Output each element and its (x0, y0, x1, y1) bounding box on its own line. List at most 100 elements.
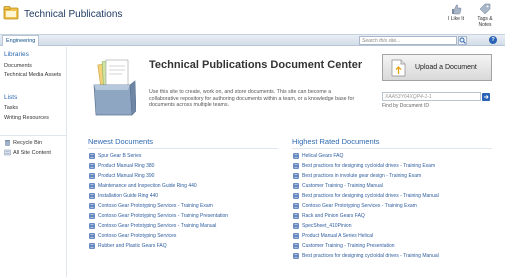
highest-rated-title: Highest Rated Documents (292, 137, 380, 146)
upload-document-icon (391, 59, 406, 77)
word-document-icon (89, 213, 95, 219)
site-logo-icon[interactable] (3, 5, 19, 21)
search-input[interactable]: Search this site... (359, 36, 457, 45)
site-content-icon (4, 149, 11, 156)
main-content: Technical Publications Document Center U… (68, 47, 505, 277)
document-link[interactable]: Product Manual A Series Helical (292, 231, 492, 241)
document-link[interactable]: Product Manual Ring 390 (88, 171, 278, 181)
document-link[interactable]: Installation Guide Ring 440 (88, 191, 278, 201)
recycle-bin-label: Recycle Bin (13, 139, 43, 146)
document-link[interactable]: Spur Gear B Series (88, 151, 278, 161)
upload-document-label: Upload a Document (415, 64, 477, 71)
nav-item-all-site-content[interactable]: All Site Content (4, 149, 51, 156)
page-description: Use this site to create, work on, and st… (149, 89, 355, 108)
nav-divider (0, 135, 67, 136)
document-link[interactable]: Customer Training - Training Manual (292, 181, 492, 191)
document-link-label: Rack and Pinion Gears FAQ (302, 213, 365, 219)
word-document-icon (293, 153, 299, 159)
nav-item-recycle-bin[interactable]: Recycle Bin (4, 139, 42, 146)
nav-heading-lists[interactable]: Lists (4, 94, 17, 101)
help-icon[interactable]: ? (489, 36, 497, 44)
document-link[interactable]: Best practices for designing cycloidal d… (292, 161, 492, 171)
document-link[interactable]: Contoso Gear Prototyping Services - Trai… (292, 201, 492, 211)
find-by-document-id-label: Find by Document ID (382, 103, 429, 109)
find-document-go-button[interactable] (482, 93, 490, 101)
document-link-label: Best practices for designing cycloidal d… (302, 163, 436, 169)
tag-icon (479, 3, 491, 15)
highest-rated-list: Helical Gears FAQ Best practices for desi… (292, 151, 492, 261)
all-site-content-label: All Site Content (13, 149, 51, 156)
word-document-icon (89, 163, 95, 169)
document-link-label: Product Manual Ring 390 (98, 173, 155, 179)
document-link-label: Contoso Gear Prototyping Services (98, 233, 177, 239)
document-link-label: Spur Gear B Series (98, 153, 142, 159)
word-document-icon (89, 183, 95, 189)
word-document-icon (293, 203, 299, 209)
search-button[interactable] (458, 36, 467, 45)
document-link-label: Helical Gears FAQ (302, 153, 344, 159)
highest-rated-divider (292, 148, 492, 149)
document-link-label: Product Manual A Series Helical (302, 233, 374, 239)
document-link[interactable]: Best practices for designing cycloidal d… (292, 191, 492, 201)
word-document-icon (89, 193, 95, 199)
document-link-label: Best practices in involute gear design -… (302, 173, 422, 179)
tags-and-notes-button[interactable]: Tags & Notes (472, 3, 498, 33)
word-document-icon (89, 223, 95, 229)
document-link-label: Installation Guide Ring 440 (98, 193, 159, 199)
document-id-input[interactable]: XAA53Y64XQP4-1-1 (382, 92, 481, 101)
search-icon (459, 37, 466, 44)
document-link-label: Best practices for designing cycloidal d… (302, 193, 439, 199)
word-document-icon (293, 253, 299, 259)
document-link[interactable]: Contoso Gear Prototyping Services - Trai… (88, 221, 278, 231)
recycle-bin-icon (5, 140, 10, 146)
word-document-icon (293, 163, 299, 169)
document-link-label: Contoso Gear Prototyping Services - Trai… (302, 203, 417, 209)
document-link[interactable]: Best practices for designing cycloidal d… (292, 251, 492, 261)
nav-item-tasks[interactable]: Tasks (4, 105, 18, 111)
tags-and-notes-label: Tags & Notes (477, 16, 493, 28)
document-link-label: Customer Training - Training Presentatio… (302, 243, 395, 249)
word-document-icon (89, 203, 95, 209)
document-link-label: Contoso Gear Prototyping Services - Trai… (98, 223, 217, 229)
upload-document-button[interactable]: Upload a Document (382, 54, 492, 81)
nav-item-technical-media-assets[interactable]: Technical Media Assets (4, 72, 61, 78)
word-document-icon (293, 193, 299, 199)
word-document-icon (89, 233, 95, 239)
word-document-icon (293, 233, 299, 239)
document-link-label: Contoso Gear Prototyping Services - Trai… (98, 213, 229, 219)
word-document-icon (293, 183, 299, 189)
nav-item-documents[interactable]: Documents (4, 63, 32, 69)
newest-documents-list: Spur Gear B Series Product Manual Ring 38… (88, 151, 278, 251)
tab-engineering[interactable]: Engineering (2, 35, 40, 46)
document-link[interactable]: Helical Gears FAQ (292, 151, 492, 161)
newest-documents-title: Newest Documents (88, 137, 154, 146)
document-link[interactable]: Best practices in involute gear design -… (292, 171, 492, 181)
document-link[interactable]: Maintenance and Inspection Guide Ring 44… (88, 181, 278, 191)
i-like-it-button[interactable]: I Like It (443, 3, 469, 33)
document-link[interactable]: Rack and Pinion Gears FAQ (292, 211, 492, 221)
page-title: Technical Publications Document Center (149, 59, 363, 71)
document-link-label: Product Manual Ring 380 (98, 163, 155, 169)
thumbs-up-icon (452, 4, 462, 15)
word-document-icon (293, 223, 299, 229)
word-document-icon (293, 243, 299, 249)
nav-heading-libraries[interactable]: Libraries (4, 51, 29, 58)
i-like-it-label: I Like It (447, 16, 465, 22)
document-link-label: Best practices for designing cycloidal d… (302, 253, 439, 259)
document-link[interactable]: Product Manual Ring 380 (88, 161, 278, 171)
document-link-label: Maintenance and Inspection Guide Ring 44… (98, 183, 197, 189)
site-header: Technical Publications I Like It Tags & … (0, 0, 505, 34)
site-title[interactable]: Technical Publications (24, 9, 122, 20)
document-link[interactable]: SpecSheet_410Pinion (292, 221, 492, 231)
document-link[interactable]: Contoso Gear Prototyping Services - Trai… (88, 201, 278, 211)
quick-launch: Libraries Documents Technical Media Asse… (0, 47, 67, 277)
document-link[interactable]: Contoso Gear Prototyping Services - Trai… (88, 211, 278, 221)
top-navigation-bar: Engineering Search this site... ? (0, 34, 505, 46)
document-link[interactable]: Contoso Gear Prototyping Services (88, 231, 278, 241)
document-link[interactable]: Customer Training - Training Presentatio… (292, 241, 492, 251)
document-link-label: SpecSheet_410Pinion (302, 223, 352, 229)
document-link[interactable]: Rubber and Plastic Gears FAQ (88, 241, 278, 251)
word-document-icon (89, 153, 95, 159)
word-document-icon (293, 213, 299, 219)
nav-item-writing-resources[interactable]: Writing Resources (4, 115, 49, 121)
